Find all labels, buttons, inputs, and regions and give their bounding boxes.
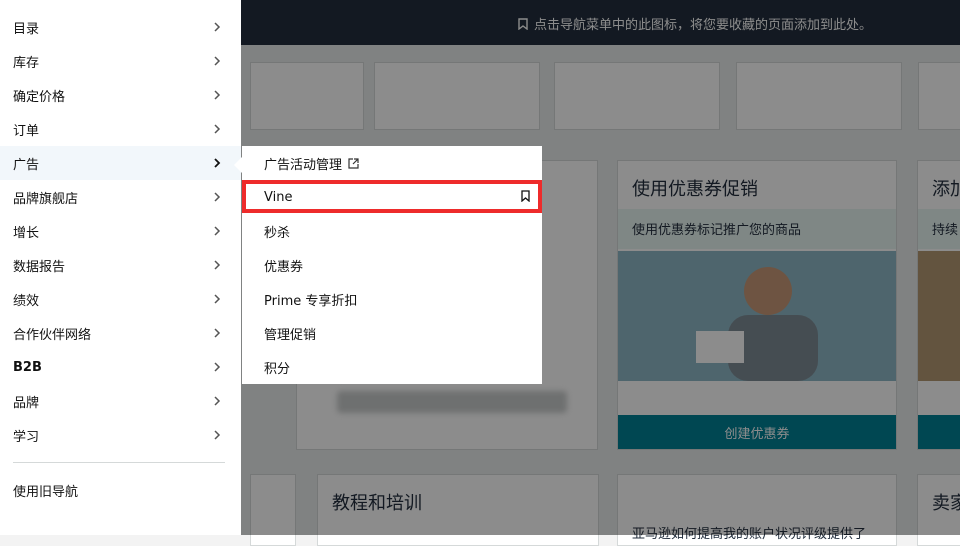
submenu-lightning-deals[interactable]: 秒杀 [242, 214, 542, 248]
submenu-points[interactable]: 积分 [242, 350, 542, 384]
chevron-right-icon [214, 396, 221, 406]
chevron-right-icon [214, 328, 221, 338]
submenu-item-label: 管理促销 [264, 327, 317, 343]
submenu-item-label: 优惠券 [264, 259, 304, 275]
side-navigation: 目录 库存 确定价格 订单 广告 品牌旗舰店 增长 数据报告 绩效 合作伙伴网络… [0, 0, 241, 535]
nav-item-advertising[interactable]: 广告 [0, 146, 241, 180]
submenu-item-label: Prime 专享折扣 [264, 293, 358, 309]
highlight-box [242, 180, 542, 213]
external-link-icon [348, 157, 359, 169]
nav-divider [13, 462, 225, 463]
submenu-coupons[interactable]: 优惠券 [242, 248, 542, 282]
nav-item-label: 合作伙伴网络 [13, 327, 92, 343]
nav-item-reports[interactable]: 数据报告 [0, 248, 241, 282]
chevron-right-icon [214, 56, 221, 66]
chevron-right-icon [214, 294, 221, 304]
nav-item-label: 品牌旗舰店 [13, 191, 79, 207]
submenu-prime-discounts[interactable]: Prime 专享折扣 [242, 282, 542, 316]
nav-item-label: 增长 [13, 225, 40, 241]
nav-item-label: 绩效 [13, 293, 40, 309]
nav-item-brand-store[interactable]: 品牌旗舰店 [0, 180, 241, 214]
nav-item-label: 数据报告 [13, 259, 66, 275]
nav-item-growth[interactable]: 增长 [0, 214, 241, 248]
nav-item-label: 学习 [13, 429, 40, 445]
chevron-right-icon [214, 124, 221, 134]
submenu-item-label: 广告活动管理 [264, 157, 343, 173]
submenu-item-label: 积分 [264, 361, 291, 377]
flyout-pointer [234, 157, 242, 173]
legacy-nav-link[interactable]: 使用旧导航 [0, 473, 241, 507]
chevron-right-icon [214, 226, 221, 236]
chevron-right-icon [214, 362, 221, 372]
chevron-right-icon [214, 158, 221, 168]
chevron-right-icon [214, 430, 221, 440]
chevron-right-icon [214, 260, 221, 270]
nav-item-label: 品牌 [13, 395, 40, 411]
nav-item-label: 目录 [13, 21, 40, 37]
nav-item-catalog[interactable]: 目录 [0, 10, 241, 44]
nav-item-label: 订单 [13, 123, 40, 139]
nav-item-inventory[interactable]: 库存 [0, 44, 241, 78]
legacy-nav-label: 使用旧导航 [13, 484, 79, 500]
nav-item-b2b[interactable]: B2B [0, 350, 241, 384]
nav-item-label: 库存 [13, 55, 40, 71]
chevron-right-icon [214, 90, 221, 100]
nav-item-brand[interactable]: 品牌 [0, 384, 241, 418]
nav-item-label: 确定价格 [13, 89, 66, 105]
nav-item-orders[interactable]: 订单 [0, 112, 241, 146]
chevron-right-icon [214, 192, 221, 202]
nav-item-partner-network[interactable]: 合作伙伴网络 [0, 316, 241, 350]
nav-item-pricing[interactable]: 确定价格 [0, 78, 241, 112]
submenu-item-label: 秒杀 [264, 225, 291, 241]
nav-item-label: B2B [13, 359, 42, 375]
nav-item-learn[interactable]: 学习 [0, 418, 241, 452]
nav-item-performance[interactable]: 绩效 [0, 282, 241, 316]
submenu-manage-promotions[interactable]: 管理促销 [242, 316, 542, 350]
chevron-right-icon [214, 22, 221, 32]
submenu-campaign-manager[interactable]: 广告活动管理 [242, 146, 542, 180]
nav-item-label: 广告 [13, 157, 40, 173]
